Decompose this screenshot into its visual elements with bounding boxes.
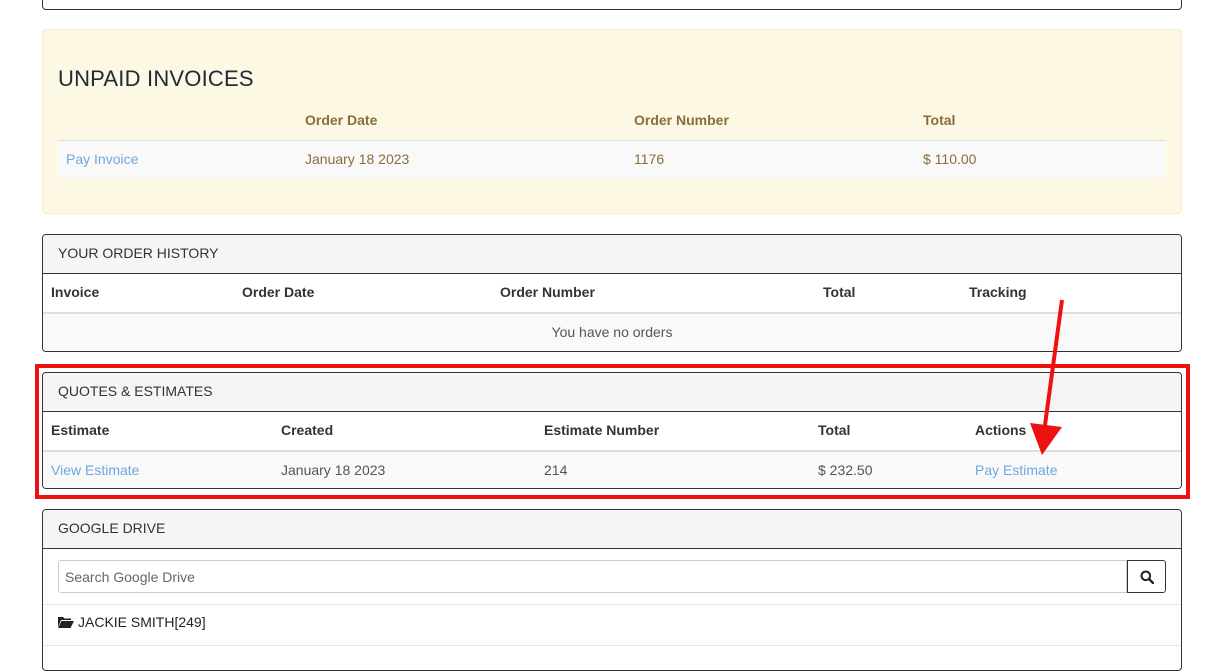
empty-orders-message: You have no orders <box>551 324 673 340</box>
divider <box>43 604 1181 605</box>
view-estimate-link[interactable]: View Estimate <box>51 462 139 478</box>
column-order-date: Order Date <box>242 284 315 300</box>
quotes-estimates-panel: QUOTES & ESTIMATES Estimate Created Esti… <box>42 372 1182 489</box>
drive-search-group <box>58 560 1166 593</box>
quotes-heading: QUOTES & ESTIMATES <box>43 373 1181 412</box>
search-icon <box>1140 570 1154 584</box>
column-total: Total <box>823 284 856 300</box>
divider <box>43 645 1181 646</box>
column-invoice: Invoice <box>51 284 100 300</box>
table-row: You have no orders <box>43 314 1181 351</box>
order-history-title: YOUR ORDER HISTORY <box>58 245 219 261</box>
column-total: Total <box>818 422 851 438</box>
order-total: $ 110.00 <box>923 151 977 167</box>
google-drive-heading: GOOGLE DRIVE <box>43 510 1181 549</box>
unpaid-invoices-panel: UNPAID INVOICES Order Date Order Number … <box>42 29 1182 214</box>
column-order-number: Order Number <box>500 284 595 300</box>
table-row: Pay Invoice January 18 2023 1176 $ 110.0… <box>58 141 1166 178</box>
pay-estimate-link[interactable]: Pay Estimate <box>975 462 1057 478</box>
pay-invoice-link[interactable]: Pay Invoice <box>66 151 138 167</box>
folder-open-icon <box>58 617 74 628</box>
unpaid-invoices-title: UNPAID INVOICES <box>58 66 254 91</box>
estimate-total: $ 232.50 <box>818 462 873 478</box>
column-order-number: Order Number <box>634 112 729 128</box>
column-created: Created <box>281 422 334 438</box>
order-history-header: Invoice Order Date Order Number Total Tr… <box>43 274 1181 314</box>
quotes-header: Estimate Created Estimate Number Total A… <box>43 412 1181 452</box>
google-drive-title: GOOGLE DRIVE <box>58 520 166 536</box>
estimate-created: January 18 2023 <box>281 462 386 478</box>
table-row: View Estimate January 18 2023 214 $ 232.… <box>43 452 1181 488</box>
google-drive-panel: GOOGLE DRIVE JACKIE SMITH[249] <box>42 509 1182 671</box>
column-order-date: Order Date <box>305 112 378 128</box>
column-estimate: Estimate <box>51 422 110 438</box>
column-actions: Actions <box>975 422 1027 438</box>
previous-panel <box>42 0 1182 10</box>
order-date: January 18 2023 <box>305 151 410 167</box>
order-history-heading: YOUR ORDER HISTORY <box>43 235 1181 274</box>
drive-search-button[interactable] <box>1127 560 1166 593</box>
order-history-panel: YOUR ORDER HISTORY Invoice Order Date Or… <box>42 234 1182 352</box>
column-tracking: Tracking <box>969 284 1027 300</box>
drive-folder-item[interactable]: JACKIE SMITH[249] <box>58 614 206 630</box>
order-number: 1176 <box>634 151 665 167</box>
drive-search-input[interactable] <box>58 560 1127 593</box>
annotation-arrow-icon <box>1030 299 1064 455</box>
drive-folder-label: JACKIE SMITH[249] <box>78 614 206 630</box>
column-estimate-number: Estimate Number <box>544 422 660 438</box>
unpaid-invoices-header: Order Date Order Number Total <box>58 110 1166 142</box>
quotes-title: QUOTES & ESTIMATES <box>58 383 213 399</box>
column-total: Total <box>923 112 956 128</box>
estimate-number: 214 <box>544 462 568 478</box>
